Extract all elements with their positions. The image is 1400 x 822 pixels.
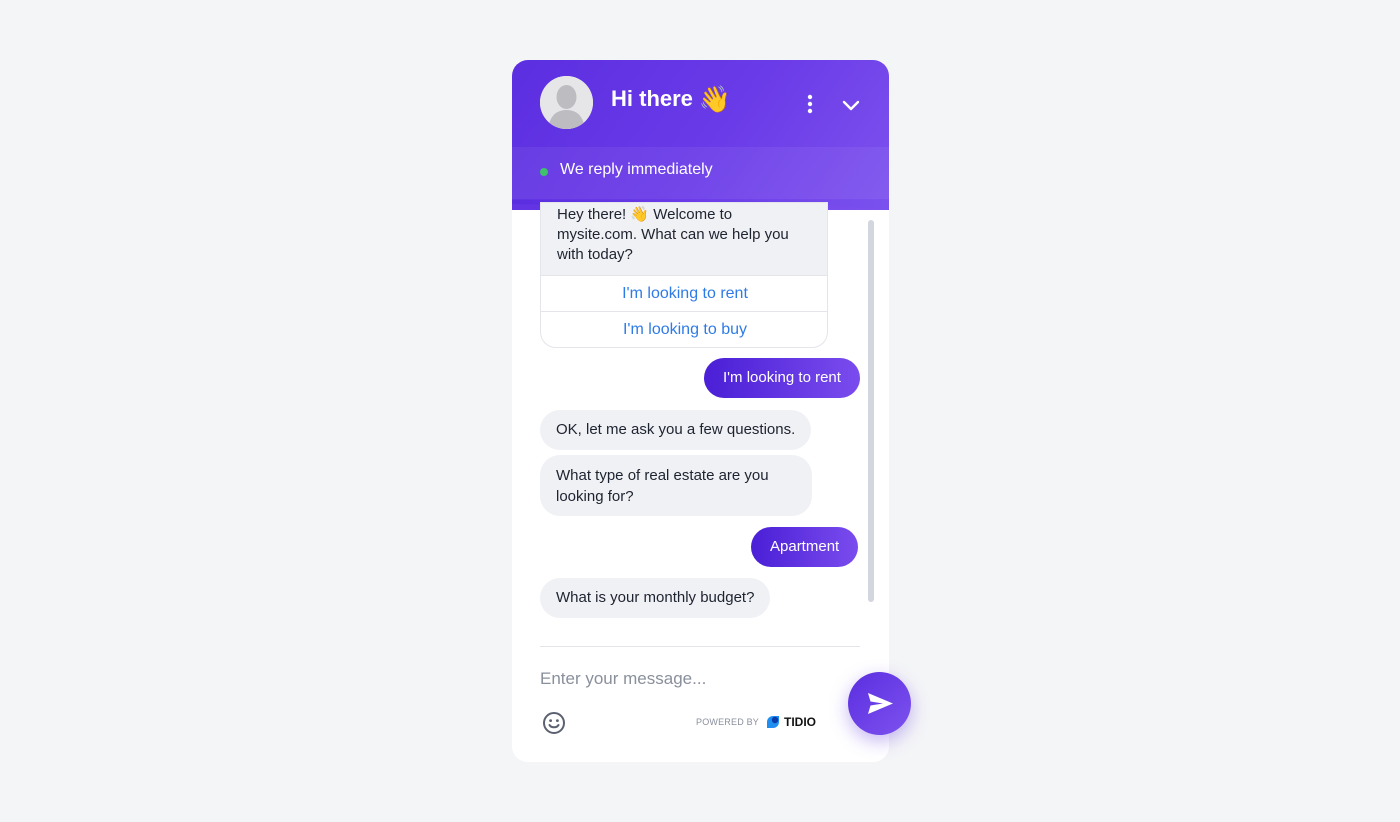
chat-widget-body: Hi there 👋 We reply immediately Hey ther… [512,60,889,762]
bot-message-line: What type of real estate are you [556,467,769,484]
welcome-line-1-start: Hey there! [557,206,631,223]
welcome-line-3: with today? [557,246,633,263]
quick-reply-buy[interactable]: I'm looking to buy [541,311,827,347]
chat-header: Hi there 👋 We reply immediately [512,60,889,210]
bot-message: OK, let me ask you a few questions. [540,410,812,450]
brand-name: TIDIO [784,715,817,729]
user-message: Apartment [751,527,859,567]
minimize-chat-button[interactable] [840,96,862,114]
status-text: We reply immediately [560,161,713,178]
welcome-line-1: Hey there! 👋 Welcome to [557,205,813,225]
chat-widget: Hi there 👋 We reply immediately Hey ther… [512,60,889,762]
chat-title: Hi there 👋 [611,86,731,112]
message-scrollbar[interactable] [868,220,874,602]
welcome-message: Hey there! 👋 Welcome to mysite.com. What… [541,203,827,275]
message-input[interactable] [540,664,830,694]
welcome-line-2: mysite.com. What can we help you [557,226,789,243]
tidio-brand: TIDIO [765,714,816,730]
agent-avatar [540,76,593,129]
bot-message: What is your monthly budget? [540,578,771,618]
user-message: I'm looking to rent [704,358,860,398]
composer-divider [540,646,860,647]
tidio-logo-icon [767,716,780,728]
powered-by[interactable]: POWERED BY TIDIO [696,714,816,730]
smiley-icon [543,712,565,734]
online-status-dot [540,168,548,176]
emoji-button[interactable] [542,711,566,735]
bot-message: What type of real estate are you looking… [540,455,812,516]
waving-hand-icon: 👋 [698,84,732,114]
waving-hand-icon: 👋 [630,206,650,223]
welcome-card: Hey there! 👋 Welcome to mysite.com. What… [540,202,828,348]
powered-by-label: POWERED BY [696,717,760,727]
options-menu-button[interactable] [802,92,818,116]
default-user-avatar-icon [540,76,593,129]
chat-title-text: Hi there [611,86,693,111]
welcome-line-1-end: Welcome to [649,206,733,223]
chevron-down-icon [842,100,860,111]
quick-reply-rent[interactable]: I'm looking to rent [541,275,827,311]
paper-plane-icon [868,693,893,714]
bot-message-line: looking for? [556,488,634,505]
kebab-menu-icon [807,94,813,114]
send-button[interactable] [848,672,911,735]
